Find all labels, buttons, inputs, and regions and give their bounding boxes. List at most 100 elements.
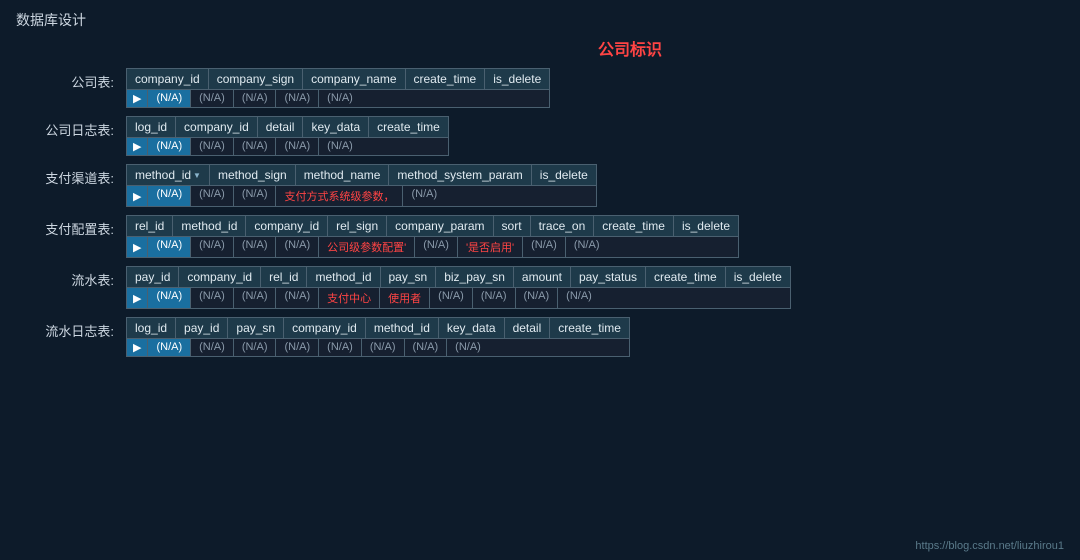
col-log-id: log_id [127,117,176,137]
cell-create-time: (N/A) [276,90,319,107]
cell-create-time: (N/A) [447,339,489,356]
cell-company-id: (N/A) [234,237,277,257]
cell-company-id: (N/A) [191,288,234,308]
cell-key-data: (N/A) [362,339,405,356]
cell-is-delete: (N/A) [566,237,608,257]
pay-config-body: ▶ (N/A) (N/A) (N/A) (N/A) 公司级参数配置' (N/A)… [127,237,738,257]
company-log-table: log_id company_id detail key_data create… [126,116,449,156]
pay-config-table-row: 支付配置表: rel_id method_id company_id rel_s… [16,215,1064,258]
col-company-id: company_id [127,69,209,89]
cell-amount: (N/A) [430,288,473,308]
cell-log-id: (N/A) [148,339,191,356]
cell-method-sign: (N/A) [191,186,234,206]
col-company-id: company_id [179,267,261,287]
col-pay-sn: pay_sn [381,267,437,287]
col-method-id: method_id [366,318,439,338]
arrow-cell: ▶ [127,90,148,107]
pay-method-label: 支付渠道表: [16,164,126,187]
col-is-delete: is_delete [485,69,549,89]
col-method-id: method_id [173,216,246,236]
cell-create-time: (N/A) [523,237,566,257]
flow-label: 流水表: [16,266,126,289]
cell-pay-id: (N/A) [191,339,234,356]
arrow-cell: ▶ [127,138,148,155]
col-create-time: create_time [406,69,486,89]
cell-company-param: 公司级参数配置' [319,237,415,257]
flow-log-table-row: 流水日志表: log_id pay_id pay_sn company_id m… [16,317,1064,357]
col-key-data: key_data [439,318,505,338]
col-key-data: key_data [303,117,369,137]
col-method-system-param: method_system_param [389,165,531,185]
cell-create-time: (N/A) [319,138,361,155]
cell-pay-sn: (N/A) [234,339,277,356]
cell-method-system-param: 支付方式系统级参数， [276,186,403,206]
col-pay-id: pay_id [176,318,228,338]
pay-config-label: 支付配置表: [16,215,126,238]
col-company-param: company_param [387,216,493,236]
cell-company-id: (N/A) [191,138,234,155]
cell-rel-id: (N/A) [234,288,277,308]
col-company-sign: company_sign [209,69,303,89]
company-table-row: 公司表: company_id company_sign company_nam… [16,68,1064,108]
cell-detail: (N/A) [234,138,277,155]
page-title: 数据库设计 [0,0,1080,36]
company-log-label: 公司日志表: [16,116,126,139]
col-create-time: create_time [369,117,448,137]
company-table-body: ▶ (N/A) (N/A) (N/A) (N/A) (N/A) [127,90,549,107]
col-sort: sort [494,216,531,236]
pay-method-table: method_id ▼ method_sign method_name meth… [126,164,597,207]
company-table-header: company_id company_sign company_name cre… [127,69,549,90]
col-detail: detail [505,318,551,338]
col-create-time: create_time [550,318,629,338]
cell-pay-id: (N/A) [148,288,191,308]
col-detail: detail [258,117,304,137]
col-method-id: method_id [307,267,380,287]
flow-table-row: 流水表: pay_id company_id rel_id method_id … [16,266,1064,309]
col-company-name: company_name [303,69,405,89]
pay-method-body: ▶ (N/A) (N/A) (N/A) 支付方式系统级参数， (N/A) [127,186,596,206]
section-header: 公司标识 [196,36,1064,60]
cell-method-id: (N/A) [319,339,362,356]
col-rel-id: rel_id [261,267,307,287]
footer-url: https://blog.csdn.net/liuzhirou1 [915,540,1064,552]
company-table: company_id company_sign company_name cre… [126,68,550,108]
cell-method-id: (N/A) [191,237,234,257]
col-biz-pay-sn: biz_pay_sn [436,267,514,287]
cell-key-data: (N/A) [276,138,319,155]
col-company-id: company_id [176,117,258,137]
flow-log-label: 流水日志表: [16,317,126,340]
cell-trace-on: '是否启用' [458,237,523,257]
flow-table: pay_id company_id rel_id method_id pay_s… [126,266,791,309]
flow-log-table: log_id pay_id pay_sn company_id method_i… [126,317,630,357]
col-is-delete: is_delete [532,165,596,185]
col-trace-on: trace_on [531,216,595,236]
col-method-name: method_name [296,165,390,185]
cell-rel-sign: (N/A) [276,237,319,257]
pay-config-header: rel_id method_id company_id rel_sign com… [127,216,738,237]
col-is-delete: is_delete [726,267,790,287]
arrow-cell: ▶ [127,288,148,308]
company-log-table-row: 公司日志表: log_id company_id detail key_data… [16,116,1064,156]
cell-method-id: (N/A) [276,288,319,308]
col-method-id: method_id ▼ [127,165,210,185]
cell-method-name: (N/A) [234,186,277,206]
col-create-time: create_time [594,216,674,236]
pay-method-table-row: 支付渠道表: method_id ▼ method_sign method_na… [16,164,1064,207]
col-company-id: company_id [246,216,328,236]
cell-company-name: (N/A) [234,90,277,107]
cell-log-id: (N/A) [148,138,191,155]
arrow-cell: ▶ [127,186,148,206]
cell-company-id: (N/A) [148,90,191,107]
col-amount: amount [514,267,571,287]
cell-sort: (N/A) [415,237,458,257]
cell-detail: (N/A) [405,339,448,356]
cell-is-delete: (N/A) [403,186,445,206]
col-method-sign: method_sign [210,165,296,185]
company-log-body: ▶ (N/A) (N/A) (N/A) (N/A) (N/A) [127,138,448,155]
col-create-time: create_time [646,267,726,287]
flow-header: pay_id company_id rel_id method_id pay_s… [127,267,790,288]
flow-body: ▶ (N/A) (N/A) (N/A) (N/A) 支付中心 使用者 (N/A)… [127,288,790,308]
arrow-cell: ▶ [127,237,148,257]
cell-create-time: (N/A) [516,288,559,308]
col-rel-sign: rel_sign [328,216,387,236]
